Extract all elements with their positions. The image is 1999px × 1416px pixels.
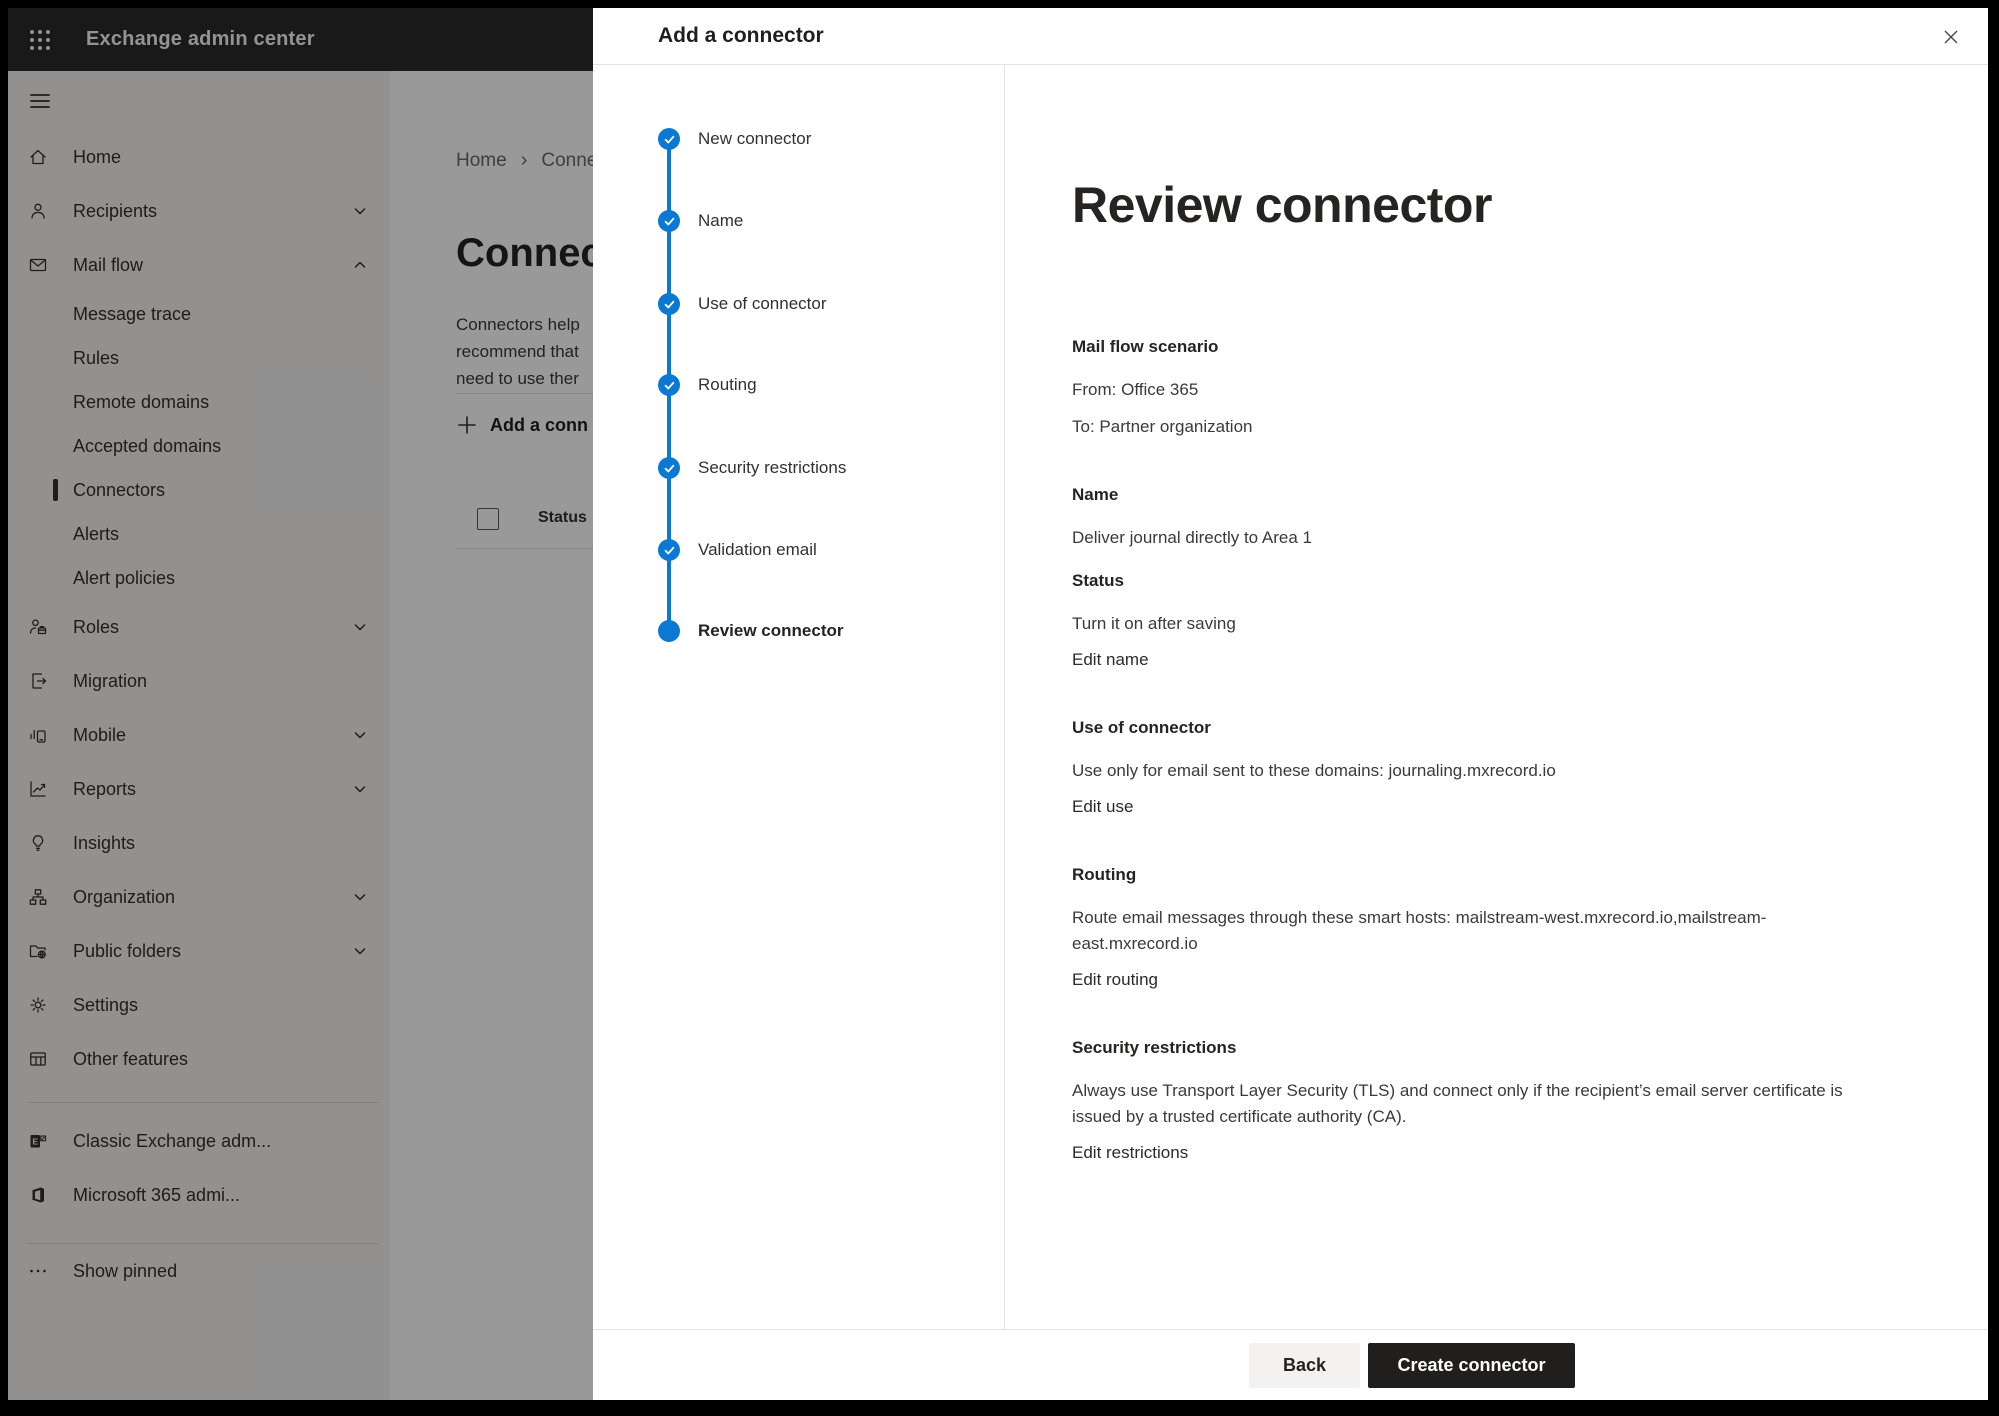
section-line: From: Office 365 — [1072, 377, 1867, 403]
section-line: Route email messages through these smart… — [1072, 905, 1867, 957]
section-line: Always use Transport Layer Security (TLS… — [1072, 1078, 1867, 1130]
edit-restrictions-link[interactable]: Edit restrictions — [1072, 1140, 1188, 1166]
add-connector-wizard: Add a connector New connector Name Use o… — [593, 8, 1988, 1400]
step-completed-icon — [658, 128, 680, 150]
back-button[interactable]: Back — [1249, 1343, 1360, 1388]
section-heading: Mail flow scenario — [1072, 334, 1867, 360]
edit-use-link[interactable]: Edit use — [1072, 794, 1133, 820]
review-section-status: Status Turn it on after saving Edit name — [1072, 568, 1867, 673]
wizard-title: Add a connector — [658, 24, 824, 48]
screen: Exchange admin center Home Recipients Ma… — [8, 8, 1988, 1400]
close-icon[interactable] — [1938, 24, 1964, 50]
step-completed-icon — [658, 210, 680, 232]
section-heading: Routing — [1072, 862, 1867, 888]
review-section-name: Name Deliver journal directly to Area 1 — [1072, 482, 1867, 551]
step-completed-icon — [658, 374, 680, 396]
section-line: To: Partner organization — [1072, 414, 1867, 440]
edit-name-link[interactable]: Edit name — [1072, 647, 1149, 673]
review-heading: Review connector — [1072, 175, 1988, 235]
section-heading: Name — [1072, 482, 1867, 508]
wizard-footer: Back Create connector — [593, 1329, 1988, 1400]
wizard-stepper: New connector Name Use of connector Rout… — [593, 65, 1005, 1329]
section-line: Turn it on after saving — [1072, 611, 1867, 637]
section-heading: Status — [1072, 568, 1867, 594]
section-line: Deliver journal directly to Area 1 — [1072, 525, 1867, 551]
review-section-security-restrictions: Security restrictions Always use Transpo… — [1072, 1035, 1867, 1166]
wizard-header: Add a connector — [593, 8, 1988, 65]
edit-routing-link[interactable]: Edit routing — [1072, 967, 1158, 993]
step-completed-icon — [658, 293, 680, 315]
review-section-use-of-connector: Use of connector Use only for email sent… — [1072, 715, 1867, 820]
step-completed-icon — [658, 539, 680, 561]
section-line: Use only for email sent to these domains… — [1072, 758, 1867, 784]
create-connector-button[interactable]: Create connector — [1368, 1343, 1575, 1388]
review-section-mail-flow-scenario: Mail flow scenario From: Office 365 To: … — [1072, 334, 1867, 440]
step-current-icon — [658, 620, 680, 642]
section-heading: Security restrictions — [1072, 1035, 1867, 1061]
step-completed-icon — [658, 457, 680, 479]
section-heading: Use of connector — [1072, 715, 1867, 741]
review-panel: Review connector Mail flow scenario From… — [1005, 65, 1988, 1329]
review-section-routing: Routing Route email messages through the… — [1072, 862, 1867, 993]
